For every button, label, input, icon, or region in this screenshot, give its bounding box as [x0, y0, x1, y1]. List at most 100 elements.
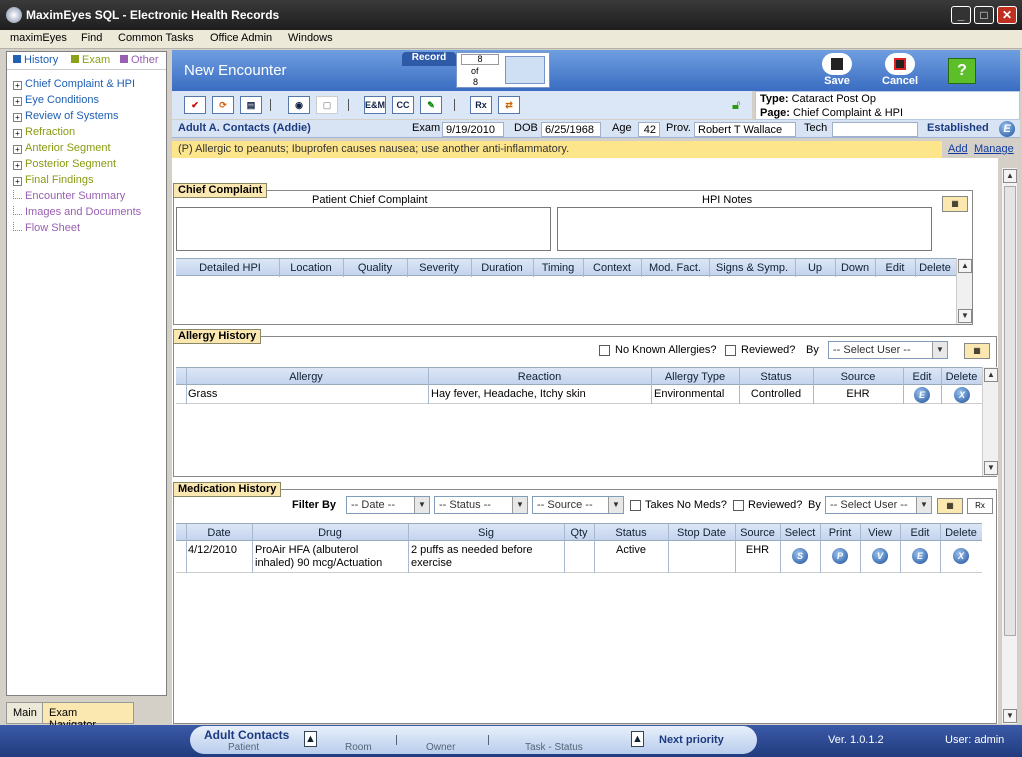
status-patient-label: Patient — [228, 742, 260, 753]
template-icon[interactable]: ▦ — [964, 343, 990, 359]
refresh-icon[interactable]: ⟳ — [212, 96, 234, 114]
menu-common-tasks[interactable]: Common Tasks — [118, 32, 194, 44]
print-icon[interactable]: P — [832, 548, 848, 564]
col-source: Source — [840, 371, 876, 383]
menu-find[interactable]: Find — [81, 32, 102, 44]
nav-item-refraction[interactable]: + Refraction — [13, 126, 75, 138]
delete-icon[interactable]: X — [954, 387, 970, 403]
edit-patient-icon[interactable]: E — [999, 121, 1015, 137]
hpi-notes-input[interactable] — [557, 207, 932, 251]
main-content: Chief Complaint Patient Chief Complaint … — [172, 158, 998, 724]
scroll-thumb[interactable] — [1004, 186, 1016, 636]
documents-icon[interactable]: ▤ — [240, 96, 262, 114]
nav-item-encounter-summary[interactable]: Encounter Summary — [13, 190, 125, 202]
cc-button[interactable]: CC — [392, 96, 414, 114]
filter-by-label: Filter By — [292, 499, 337, 511]
cancel-button[interactable]: Cancel — [882, 53, 918, 87]
no-known-allergies-checkbox[interactable] — [599, 345, 610, 356]
allergy-by-label: By — [806, 344, 819, 356]
col-date: Date — [207, 527, 231, 539]
dob-label: DOB — [514, 122, 538, 134]
nav-item-images-documents[interactable]: Images and Documents — [13, 206, 141, 218]
status-bar: Adult Contacts Patient ▲ Room Owner Task… — [0, 725, 1022, 757]
chevron-up-icon[interactable]: ▲ — [631, 731, 644, 747]
rx-icon[interactable]: Rx — [967, 498, 993, 514]
status-filter[interactable]: -- Status -- ▼ — [434, 496, 528, 514]
edit-icon[interactable]: E — [914, 387, 930, 403]
checkmark-icon[interactable]: ✔ — [184, 96, 206, 114]
close-button[interactable]: ✕ — [997, 6, 1017, 24]
tab-main[interactable]: Main — [6, 702, 44, 724]
source-filter[interactable]: -- Source -- ▼ — [532, 496, 624, 514]
window-title: MaximEyes SQL - Electronic Health Record… — [26, 8, 280, 22]
status-owner-label: Owner — [426, 742, 456, 753]
allergy-reviewed-checkbox[interactable] — [725, 345, 736, 356]
expand-icon: + — [13, 129, 22, 138]
encounter-toolbar: ✔ ⟳ ▤ ◉ ▢ E&M CC ✎ Rx ⇄ 🔓︎ — [172, 91, 752, 119]
hpi-notes-label: HPI Notes — [702, 194, 753, 206]
status-patient-name[interactable]: Adult Contacts — [204, 728, 289, 742]
eye-icon[interactable]: ◉ — [288, 96, 310, 114]
chevron-up-icon[interactable]: ▲ — [304, 731, 317, 747]
select-icon[interactable]: S — [792, 548, 808, 564]
table-row[interactable]: Grass Hay fever, Headache, Itchy skin En… — [176, 385, 982, 404]
patient-complaint-input[interactable] — [176, 207, 551, 251]
allergy-select-user[interactable]: -- Select User -- ▼ — [828, 341, 948, 359]
col-up: Up — [807, 262, 823, 274]
nav-item-flow-sheet[interactable]: Flow Sheet — [13, 222, 80, 234]
patient-bar: Adult A. Contacts (Addie) Exam 9/19/2010… — [172, 120, 1020, 138]
nav-item-eye-conditions[interactable]: + Eye Conditions — [13, 94, 99, 106]
record-list-icon[interactable] — [505, 56, 545, 84]
pencil-icon[interactable]: ✎ — [420, 96, 442, 114]
menu-office-admin[interactable]: Office Admin — [210, 32, 272, 44]
table-row[interactable]: 4/12/2010 ProAir HFA (albuterol inhaled)… — [176, 541, 982, 573]
maximize-button[interactable]: □ — [974, 6, 994, 24]
transfer-icon[interactable]: ⇄ — [498, 96, 520, 114]
template-icon[interactable]: ▦ — [937, 498, 963, 514]
hpi-grid-scrollbar[interactable]: ▲ ▼ — [956, 258, 972, 324]
allergy-grid-scrollbar[interactable]: ▲ ▼ — [982, 367, 998, 476]
col-select: Select — [784, 527, 816, 539]
rx-button[interactable]: Rx — [470, 96, 492, 114]
exam-navigator-panel: History Exam Other + Chief Complaint & HP… — [6, 51, 167, 696]
nav-item-chief-complaint[interactable]: + Chief Complaint & HPI — [13, 78, 135, 90]
med-status: Active — [616, 544, 646, 556]
lock-icon[interactable]: 🔓︎ — [732, 97, 740, 113]
col-sig: Sig — [478, 527, 494, 539]
col-allergy-type: Allergy Type — [664, 371, 726, 383]
record-navigator[interactable]: 8 of 8 — [456, 52, 550, 88]
help-button[interactable]: ? — [948, 58, 976, 84]
tech-value — [832, 122, 918, 137]
delete-icon[interactable]: X — [953, 548, 969, 564]
date-filter[interactable]: -- Date -- ▼ — [346, 496, 430, 514]
col-stop-date: Stop Date — [677, 527, 726, 539]
tab-exam-navigator[interactable]: Exam Navigator — [42, 702, 134, 731]
manage-alert-link[interactable]: Manage — [974, 143, 1014, 155]
meds-select-user[interactable]: -- Select User -- ▼ — [825, 496, 932, 514]
nav-item-review-of-systems[interactable]: + Review of Systems — [13, 110, 119, 122]
takes-no-meds-checkbox[interactable] — [630, 500, 641, 511]
menu-windows[interactable]: Windows — [288, 32, 333, 44]
minimize-button[interactable]: _ — [951, 6, 971, 24]
nav-item-posterior-segment[interactable]: + Posterior Segment — [13, 158, 116, 170]
edit-icon[interactable]: E — [912, 548, 928, 564]
encounter-type-box: Type: Cataract Post Op Page: Chief Compl… — [755, 91, 1020, 120]
chevron-down-icon: ▼ — [608, 497, 623, 513]
em-button[interactable]: E&M — [364, 96, 386, 114]
save-button[interactable]: Save — [822, 53, 852, 87]
template-icon[interactable]: ▦ — [942, 196, 968, 212]
nav-item-final-findings[interactable]: + Final Findings — [13, 174, 93, 186]
nav-item-anterior-segment[interactable]: + Anterior Segment — [13, 142, 111, 154]
main-scrollbar[interactable]: ▲ ▼ — [1001, 168, 1017, 724]
menu-maximeyes[interactable]: maximEyes — [10, 32, 67, 44]
allergy-history-section: Allergy History No Known Allergies? Revi… — [173, 329, 998, 477]
expand-icon: + — [13, 97, 22, 106]
record-current[interactable]: 8 — [461, 54, 499, 65]
scroll-up-arrow[interactable]: ▲ — [1003, 169, 1017, 183]
scroll-down-arrow[interactable]: ▼ — [1003, 709, 1017, 723]
meds-reviewed-checkbox[interactable] — [733, 500, 744, 511]
view-icon[interactable]: V — [872, 548, 888, 564]
add-alert-link[interactable]: Add — [948, 143, 968, 155]
record-total: 8 — [473, 77, 479, 87]
next-priority-button[interactable]: Next priority — [659, 734, 724, 746]
